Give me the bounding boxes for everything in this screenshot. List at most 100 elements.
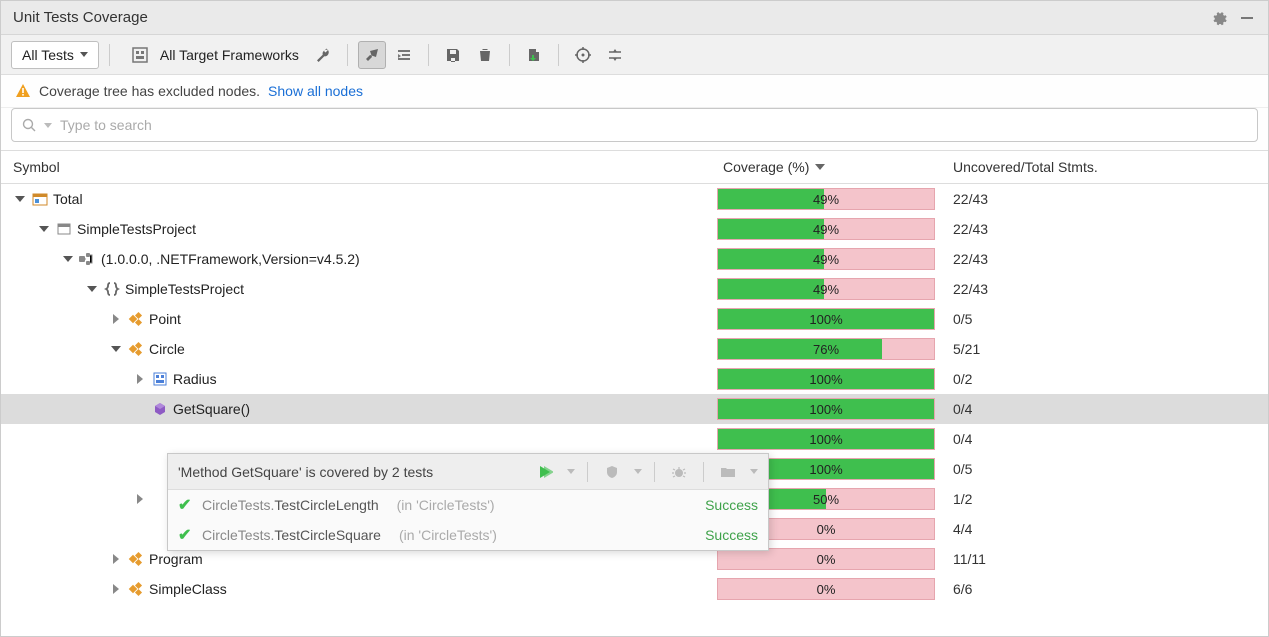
coverage-bar: 100%	[717, 308, 935, 330]
bug-icon[interactable]	[667, 460, 691, 484]
column-symbol[interactable]: Symbol	[1, 159, 711, 175]
none	[151, 430, 169, 448]
tree-row[interactable]: SimpleClass 0% 6/6	[1, 574, 1268, 604]
chevron-none	[133, 432, 147, 446]
coverage-bar: 76%	[717, 338, 935, 360]
node-label: SimpleClass	[149, 581, 227, 597]
indent-icon[interactable]	[390, 41, 418, 69]
coverage-value: 0%	[817, 582, 836, 597]
chevron-right-icon[interactable]	[109, 582, 123, 596]
tree-row[interactable]: 100%0/4	[1, 424, 1268, 454]
tree-row[interactable]: GetSquare()100%0/4	[1, 394, 1268, 424]
tree-row[interactable]: Radius 100% 0/2	[1, 364, 1268, 394]
tree-row[interactable]: Point 100% 0/5	[1, 304, 1268, 334]
node-label: Radius	[173, 371, 217, 387]
node-label: SimpleTestsProject	[77, 221, 196, 237]
class-icon	[127, 550, 145, 568]
covering-test-row[interactable]: ✔ CircleTests.TestCircleLength (in 'Circ…	[168, 490, 768, 520]
coverage-value: 100%	[809, 402, 842, 417]
node-label: (1.0.0.0, .NETFramework,Version=v4.5.2)	[101, 251, 360, 267]
node-label: Circle	[149, 341, 185, 357]
chevron-down-icon[interactable]	[37, 222, 51, 236]
tree-row[interactable]: SimpleTestsProject 49% 22/43	[1, 274, 1268, 304]
coverage-bar: 100%	[717, 428, 935, 450]
coverage-bar: 0%	[717, 578, 935, 600]
coverage-bar: 0%	[717, 548, 935, 570]
chevron-right-icon[interactable]	[133, 372, 147, 386]
coverage-bar: 49%	[717, 278, 935, 300]
column-coverage[interactable]: Coverage (%)	[711, 159, 941, 175]
uncovered-stmts: 0/4	[941, 401, 1268, 417]
chevron-down-icon[interactable]	[61, 252, 75, 266]
chevron-down-icon[interactable]	[109, 342, 123, 356]
class-icon	[127, 580, 145, 598]
tests-scope-dropdown[interactable]: All Tests	[11, 41, 99, 69]
coverage-bar: 100%	[717, 368, 935, 390]
class-icon	[127, 340, 145, 358]
total-icon	[31, 190, 49, 208]
export-icon[interactable]	[520, 41, 548, 69]
coverage-value: 49%	[813, 282, 839, 297]
coverage-bar: 100%	[717, 398, 935, 420]
search-options-caret-icon[interactable]	[44, 123, 52, 128]
chevron-right-icon[interactable]	[109, 552, 123, 566]
tree-row[interactable]: Total49%22/43	[1, 184, 1268, 214]
frameworks-label: All Target Frameworks	[160, 47, 299, 63]
uncovered-stmts: 1/2	[941, 491, 1268, 507]
coverage-value: 100%	[809, 372, 842, 387]
coverage-value: 100%	[809, 462, 842, 477]
node-label: SimpleTestsProject	[125, 281, 244, 297]
uncovered-stmts: 6/6	[941, 581, 1268, 597]
run-caret-icon[interactable]	[567, 469, 575, 474]
tree-row[interactable]: SimpleTestsProject49%22/43	[1, 214, 1268, 244]
coverage-bar: 49%	[717, 248, 935, 270]
check-icon: ✔	[178, 495, 194, 515]
uncovered-stmts: 22/43	[941, 191, 1268, 207]
chevron-down-icon[interactable]	[13, 192, 27, 206]
tree-row[interactable]: (1.0.0.0, .NETFramework,Version=v4.5.2) 4…	[1, 244, 1268, 274]
chevron-none	[133, 462, 147, 476]
highlight-icon[interactable]	[358, 41, 386, 69]
uncovered-stmts: 0/5	[941, 311, 1268, 327]
window-title: Unit Tests Coverage	[13, 9, 148, 26]
hotspots-icon[interactable]	[601, 41, 629, 69]
trash-icon[interactable]	[471, 41, 499, 69]
chevron-right-icon[interactable]	[109, 312, 123, 326]
tests-scope-label: All Tests	[22, 47, 74, 63]
wrench-icon[interactable]	[309, 41, 337, 69]
search-input[interactable]	[58, 116, 1247, 134]
chevron-none	[133, 522, 147, 536]
node-label: Point	[149, 311, 181, 327]
shield-icon[interactable]	[600, 460, 624, 484]
class-icon	[127, 310, 145, 328]
chevron-down-icon[interactable]	[85, 282, 99, 296]
covering-test-row[interactable]: ✔ CircleTests.TestCircleSquare (in 'Circ…	[168, 520, 768, 550]
target-icon[interactable]	[569, 41, 597, 69]
uncovered-stmts: 4/4	[941, 521, 1268, 537]
gear-icon[interactable]	[1208, 7, 1230, 29]
folder-caret-icon[interactable]	[750, 469, 758, 474]
coverage-bar: 49%	[717, 218, 935, 240]
chevron-right-icon[interactable]	[133, 492, 147, 506]
property-icon	[151, 370, 169, 388]
column-uncovered[interactable]: Uncovered/Total Stmts.	[941, 159, 1268, 175]
tree-row[interactable]: Circle76%5/21	[1, 334, 1268, 364]
search-box[interactable]	[11, 108, 1258, 142]
coverage-value: 49%	[813, 222, 839, 237]
minimize-icon[interactable]	[1236, 7, 1258, 29]
coverage-value: 0%	[817, 522, 836, 537]
chevron-none	[133, 402, 147, 416]
save-icon[interactable]	[439, 41, 467, 69]
uncovered-stmts: 0/2	[941, 371, 1268, 387]
run-tests-icon[interactable]	[533, 460, 557, 484]
uncovered-stmts: 11/11	[941, 551, 1268, 567]
uncovered-stmts: 22/43	[941, 281, 1268, 297]
shield-caret-icon[interactable]	[634, 469, 642, 474]
namespace-icon	[103, 280, 121, 298]
show-all-nodes-link[interactable]: Show all nodes	[268, 83, 363, 99]
test-location: (in 'CircleTests')	[397, 497, 697, 513]
target-frameworks-dropdown[interactable]: All Target Frameworks	[120, 41, 305, 69]
coverage-tree[interactable]: Total49%22/43 SimpleTestsProject 49% 22/43 (…	[1, 184, 1268, 636]
check-icon: ✔	[178, 525, 194, 545]
folder-icon[interactable]	[716, 460, 740, 484]
